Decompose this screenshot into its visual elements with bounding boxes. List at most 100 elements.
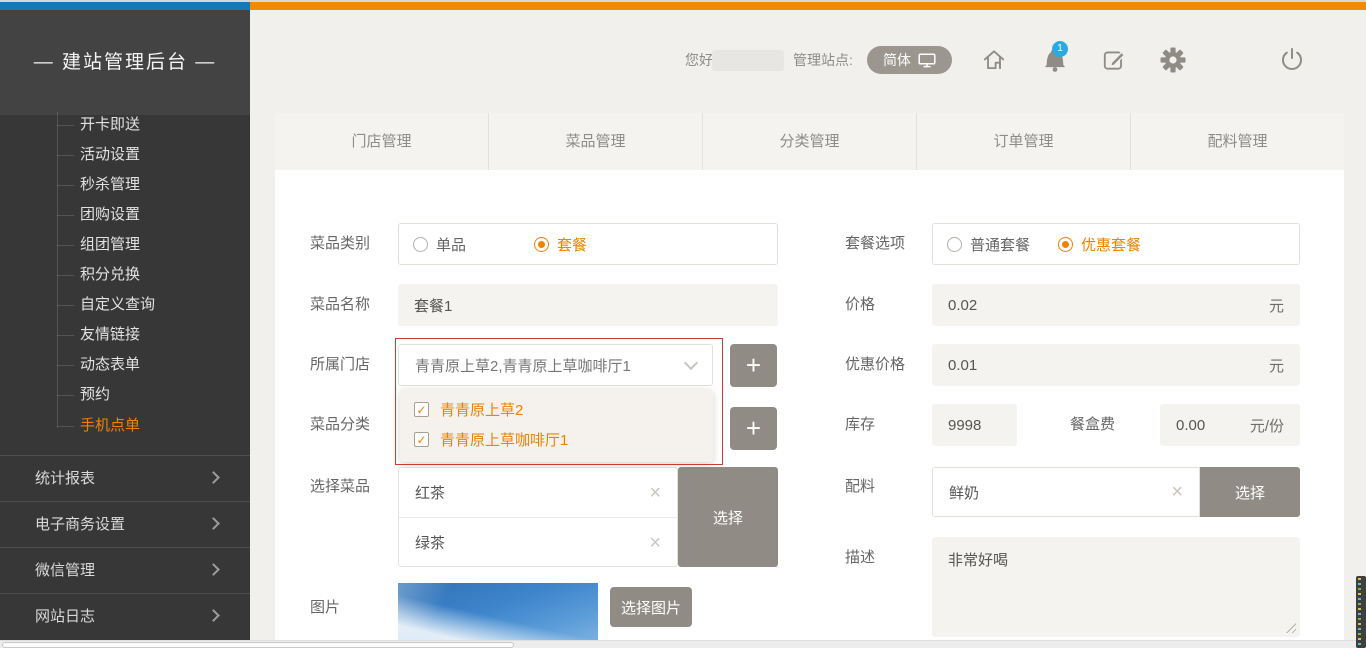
radio-normal-meal[interactable] (947, 237, 962, 252)
store-option-row[interactable]: ✓ 青青原上草2 (414, 399, 523, 420)
price-value: 0.02 (948, 297, 977, 314)
discount-price-field[interactable]: 0.01 元 (932, 344, 1300, 386)
sidebar-item-dynamic-form[interactable]: 动态表单 (0, 355, 250, 375)
sidebar-section-sitelog[interactable]: 网站日志 (0, 593, 250, 639)
language-label: 简体 (883, 50, 911, 70)
box-fee-unit: 元/份 (1250, 415, 1284, 436)
selected-dish-list: 红茶 × 绿茶 × (398, 467, 678, 567)
sidebar-item-label: 友情链接 (80, 326, 140, 343)
section-label: 微信管理 (35, 562, 95, 579)
remove-dish-icon[interactable]: × (649, 483, 661, 503)
tree-tick (57, 155, 74, 156)
box-fee-value: 0.00 (1176, 417, 1205, 434)
store-select[interactable]: 青青原上草2,青青原上草咖啡厅1 (398, 344, 713, 386)
sidebar-item-label: 活动设置 (80, 146, 140, 163)
sidebar-item-custom-query[interactable]: 自定义查询 (0, 295, 250, 315)
tab-dish-management[interactable]: 菜品管理 (488, 113, 702, 170)
sidebar-item-label: 预约 (80, 386, 110, 403)
chevron-right-icon (207, 609, 220, 622)
add-category-button[interactable]: + (730, 407, 777, 450)
sidebar-item-label: 开卡即送 (80, 116, 140, 133)
description-value: 非常好喝 (948, 552, 1008, 569)
radio-discount-meal[interactable] (1058, 237, 1073, 252)
select-image-button[interactable]: 选择图片 (610, 587, 692, 627)
ingredient-field[interactable]: 鲜奶 × (932, 467, 1200, 517)
dish-category-label: 菜品分类 (310, 415, 370, 435)
tree-tick (57, 335, 74, 336)
chevron-right-icon (207, 563, 220, 576)
discount-price-unit: 元 (1269, 355, 1284, 376)
sidebar-section-wechat[interactable]: 微信管理 (0, 547, 250, 593)
chevron-right-icon (207, 471, 220, 484)
box-fee-field[interactable]: 0.00 元/份 (1160, 404, 1300, 446)
tab-category-management[interactable]: 分类管理 (702, 113, 916, 170)
sidebar-item-label: 团购设置 (80, 206, 140, 223)
language-pill-button[interactable]: 简体 (867, 46, 952, 74)
power-icon[interactable] (1279, 47, 1305, 73)
add-store-button[interactable]: + (730, 344, 777, 387)
ingredient-value: 鲜奶 (949, 482, 979, 503)
select-ingredient-button[interactable]: 选择 (1200, 467, 1300, 517)
greeting-text: 您好 (685, 50, 713, 70)
check-icon: ✓ (416, 433, 426, 447)
select-dish-button[interactable]: 选择 (678, 467, 778, 567)
gear-icon[interactable] (1160, 47, 1186, 73)
radio-label: 单品 (436, 234, 466, 255)
sidebar-item-label: 动态表单 (80, 356, 140, 373)
sidebar-item-mobile-order[interactable]: 手机点单 (0, 416, 250, 436)
radio-single-item[interactable] (413, 237, 428, 252)
checkbox-checked[interactable]: ✓ (414, 432, 429, 447)
resize-handle[interactable] (1286, 623, 1296, 633)
description-label: 描述 (845, 548, 875, 568)
chevron-right-icon (207, 517, 220, 530)
dish-name-input[interactable] (398, 284, 778, 326)
sidebar-item-links[interactable]: 友情链接 (0, 325, 250, 345)
edit-icon[interactable] (1101, 47, 1127, 73)
sidebar-item-points[interactable]: 积分兑换 (0, 265, 250, 285)
home-icon[interactable] (981, 47, 1007, 73)
vertical-scrollbar-thumb[interactable] (1356, 576, 1366, 648)
monitor-icon (918, 53, 936, 68)
tree-tick (57, 245, 74, 246)
stock-input[interactable] (932, 404, 1017, 446)
radio-set-meal[interactable] (534, 237, 549, 252)
horizontal-scrollbar-track[interactable] (0, 640, 1366, 648)
apps-grid-icon[interactable] (1221, 49, 1247, 75)
stock-label: 库存 (845, 415, 875, 435)
remove-ingredient-icon[interactable]: × (1171, 482, 1183, 502)
checkbox-checked[interactable]: ✓ (414, 402, 429, 417)
price-unit: 元 (1269, 295, 1284, 316)
section-label: 电子商务设置 (35, 516, 125, 533)
price-field[interactable]: 0.02 元 (932, 284, 1300, 326)
tree-tick (57, 305, 74, 306)
tab-ingredient-management[interactable]: 配料管理 (1130, 113, 1344, 170)
sidebar-section-statistics[interactable]: 统计报表 (0, 455, 250, 501)
sidebar-item-label: 手机点单 (80, 417, 140, 434)
site-label: 管理站点: (793, 50, 853, 70)
store-option-row[interactable]: ✓ 青青原上草咖啡厅1 (414, 429, 568, 450)
plus-icon: + (746, 350, 761, 381)
store-option-label: 青青原上草咖啡厅1 (440, 429, 568, 450)
sidebar-item-card-gift[interactable]: 开卡即送 (0, 115, 250, 135)
description-textarea[interactable]: 非常好喝 (932, 537, 1300, 637)
tree-tick (57, 395, 74, 396)
horizontal-scrollbar-thumb[interactable] (2, 642, 514, 648)
plus-icon: + (746, 413, 761, 444)
sidebar-item-booking[interactable]: 预约 (0, 385, 250, 405)
sidebar-section-ecommerce[interactable]: 电子商务设置 (0, 501, 250, 547)
sidebar-item-team[interactable]: 组团管理 (0, 235, 250, 255)
remove-dish-icon[interactable]: × (649, 533, 661, 553)
dish-image-thumbnail (398, 583, 598, 648)
store-dropdown-panel: ✓ 青青原上草2 ✓ 青青原上草咖啡厅1 (400, 389, 713, 462)
username-redacted (712, 50, 784, 71)
chevron-down-icon (684, 355, 698, 369)
sidebar-item-activity[interactable]: 活动设置 (0, 145, 250, 165)
store-select-value: 青青原上草2,青青原上草咖啡厅1 (415, 355, 631, 376)
tab-bar: 门店管理 菜品管理 分类管理 订单管理 配料管理 (275, 113, 1344, 170)
tab-order-management[interactable]: 订单管理 (916, 113, 1130, 170)
tab-store-management[interactable]: 门店管理 (275, 113, 488, 170)
dish-type-radio-group: 单品 套餐 (398, 223, 778, 265)
sidebar-item-seckill[interactable]: 秒杀管理 (0, 175, 250, 195)
dish-name-label: 菜品名称 (310, 295, 370, 315)
sidebar-item-groupbuy[interactable]: 团购设置 (0, 205, 250, 225)
